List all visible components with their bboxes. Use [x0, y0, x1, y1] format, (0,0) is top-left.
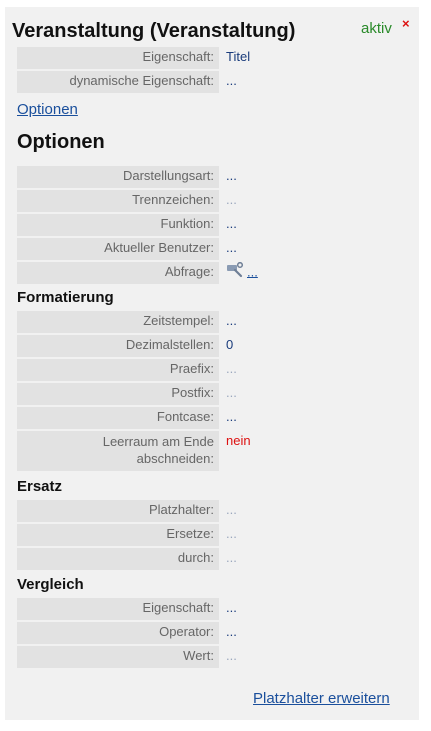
- compare-heading: Vergleich: [17, 576, 84, 593]
- row-value[interactable]: ...: [226, 214, 237, 234]
- row-value[interactable]: nein: [226, 431, 251, 451]
- row-label: Funktion:: [17, 214, 219, 236]
- row-label: Zeitstempel:: [17, 311, 219, 333]
- row-value[interactable]: ...: [226, 311, 237, 331]
- row-abfrage: Abfrage: ...: [17, 261, 414, 284]
- row-value-wrap: ...: [226, 261, 258, 284]
- row-wert: Wert: ...: [17, 646, 414, 668]
- row-label: durch:: [17, 548, 219, 570]
- row-eigenschaft: Eigenschaft: Titel: [17, 47, 414, 69]
- row-value[interactable]: ...: [226, 359, 237, 379]
- row-aktueller-benutzer: Aktueller Benutzer: ...: [17, 238, 414, 260]
- query-wrench-icon[interactable]: [226, 261, 244, 284]
- row-label: Aktueller Benutzer:: [17, 238, 219, 260]
- row-leerraum: Leerraum am Ende abschneiden: nein: [17, 431, 414, 471]
- expand-placeholder-link[interactable]: Platzhalter erweitern: [253, 690, 390, 707]
- row-label: Ersetze:: [17, 524, 219, 546]
- row-label: Trennzeichen:: [17, 190, 219, 212]
- row-value[interactable]: ...: [226, 598, 237, 618]
- row-value[interactable]: ...: [226, 524, 237, 544]
- formatting-heading: Formatierung: [17, 289, 114, 306]
- row-value[interactable]: ...: [226, 646, 237, 666]
- row-label: Eigenschaft:: [17, 598, 219, 620]
- row-label: dynamische Eigenschaft:: [17, 71, 219, 93]
- close-icon[interactable]: ×: [402, 16, 410, 31]
- row-label: Abfrage:: [17, 262, 219, 284]
- label-line2: abschneiden:: [136, 451, 214, 466]
- row-funktion: Funktion: ...: [17, 214, 414, 236]
- row-label: Praefix:: [17, 359, 219, 381]
- row-value[interactable]: ...: [226, 383, 237, 403]
- row-value[interactable]: ...: [226, 500, 237, 520]
- options-link[interactable]: Optionen: [17, 101, 78, 118]
- row-dezimalstellen: Dezimalstellen: 0: [17, 335, 414, 357]
- row-value[interactable]: ...: [226, 190, 237, 210]
- row-ersetze: Ersetze: ...: [17, 524, 414, 546]
- row-label: Platzhalter:: [17, 500, 219, 522]
- row-praefix: Praefix: ...: [17, 359, 414, 381]
- options-heading: Optionen: [17, 131, 105, 153]
- row-postfix: Postfix: ...: [17, 383, 414, 405]
- panel-title: Veranstaltung (Veranstaltung): [12, 20, 296, 42]
- row-durch: durch: ...: [17, 548, 414, 570]
- row-vergleich-eigenschaft: Eigenschaft: ...: [17, 598, 414, 620]
- row-value[interactable]: Titel: [226, 47, 250, 67]
- row-label: Darstellungsart:: [17, 166, 219, 188]
- status-label: aktiv: [361, 20, 392, 37]
- row-darstellungsart: Darstellungsart: ...: [17, 166, 414, 188]
- row-value[interactable]: ...: [226, 548, 237, 568]
- row-label: Wert:: [17, 646, 219, 668]
- row-fontcase: Fontcase: ...: [17, 407, 414, 429]
- row-value[interactable]: ...: [226, 407, 237, 427]
- row-platzhalter: Platzhalter: ...: [17, 500, 414, 522]
- row-value[interactable]: ...: [226, 71, 237, 91]
- replace-heading: Ersatz: [17, 478, 63, 495]
- row-operator: Operator: ...: [17, 622, 414, 644]
- row-trennzeichen: Trennzeichen: ...: [17, 190, 414, 212]
- row-label: Operator:: [17, 622, 219, 644]
- row-value[interactable]: ...: [226, 238, 237, 258]
- row-label: Dezimalstellen:: [17, 335, 219, 357]
- row-label: Eigenschaft:: [17, 47, 219, 69]
- row-value[interactable]: ...: [226, 622, 237, 642]
- row-zeitstempel: Zeitstempel: ...: [17, 311, 414, 333]
- row-dynamische-eigenschaft: dynamische Eigenschaft: ...: [17, 71, 414, 93]
- row-label: Leerraum am Ende abschneiden:: [17, 431, 219, 471]
- abfrage-link[interactable]: ...: [247, 264, 258, 279]
- label-line1: Leerraum am Ende: [102, 434, 214, 449]
- row-label: Postfix:: [17, 383, 219, 405]
- row-value[interactable]: 0: [226, 335, 233, 355]
- row-value[interactable]: ...: [226, 166, 237, 186]
- row-label: Fontcase:: [17, 407, 219, 429]
